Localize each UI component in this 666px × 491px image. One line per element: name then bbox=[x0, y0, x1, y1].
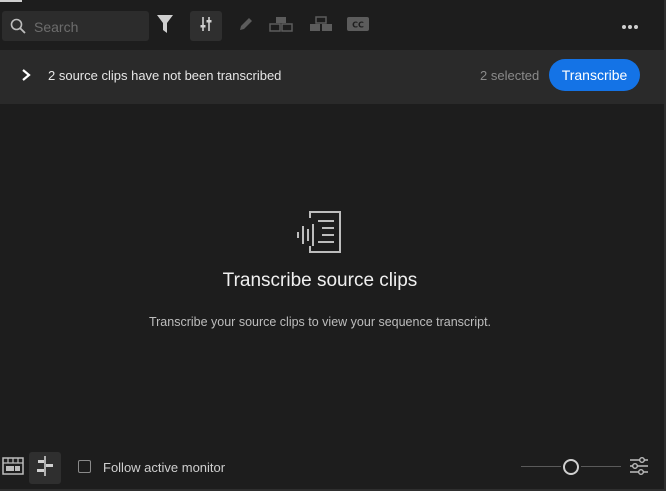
banner-message: 2 source clips have not been transcribed bbox=[48, 68, 282, 83]
chevron-right-icon[interactable] bbox=[20, 68, 32, 87]
edit-button[interactable] bbox=[236, 11, 256, 41]
more-icon bbox=[621, 17, 639, 35]
transcript-settings-button[interactable] bbox=[190, 11, 222, 41]
untranscribed-clips-banner: 2 source clips have not been transcribed… bbox=[0, 50, 664, 104]
follow-monitor-label: Follow active monitor bbox=[103, 460, 226, 475]
split-segment-button[interactable] bbox=[308, 11, 334, 41]
zoom-slider-handle[interactable] bbox=[563, 459, 579, 475]
filter-button[interactable] bbox=[154, 11, 176, 41]
selected-count: 2 selected bbox=[480, 68, 540, 83]
captions-icon: CC bbox=[347, 16, 369, 36]
filter-icon bbox=[156, 14, 174, 39]
search-input[interactable] bbox=[32, 11, 146, 43]
merge-up-icon bbox=[269, 16, 293, 37]
sequence-view-button[interactable] bbox=[1, 452, 25, 484]
transcript-icon bbox=[296, 210, 344, 261]
source-clips-icon bbox=[35, 455, 55, 482]
display-settings-button[interactable] bbox=[628, 452, 650, 484]
more-options-button[interactable] bbox=[618, 11, 642, 41]
search-box[interactable] bbox=[2, 11, 149, 43]
bottom-bar: Follow active monitor bbox=[0, 450, 664, 489]
sliders-icon bbox=[629, 456, 649, 480]
empty-state-title: Transcribe source clips bbox=[222, 270, 418, 291]
source-view-button[interactable] bbox=[29, 452, 61, 484]
transcribe-button[interactable]: Transcribe bbox=[549, 59, 640, 91]
pencil-icon bbox=[238, 16, 254, 37]
empty-state-description: Transcribe your source clips to view you… bbox=[148, 315, 492, 329]
sequence-timeline-icon bbox=[2, 456, 24, 480]
follow-monitor-checkbox[interactable] bbox=[78, 460, 91, 473]
zoom-slider-track-right[interactable] bbox=[581, 466, 621, 467]
merge-down-icon bbox=[309, 15, 333, 37]
toolbar: CC bbox=[0, 0, 664, 50]
tune-icon bbox=[199, 16, 213, 37]
search-icon bbox=[10, 18, 26, 39]
zoom-slider-track-left[interactable] bbox=[521, 466, 561, 467]
svg-text:CC: CC bbox=[352, 20, 364, 29]
merge-segments-button[interactable] bbox=[268, 11, 294, 41]
create-captions-button[interactable]: CC bbox=[346, 11, 370, 41]
